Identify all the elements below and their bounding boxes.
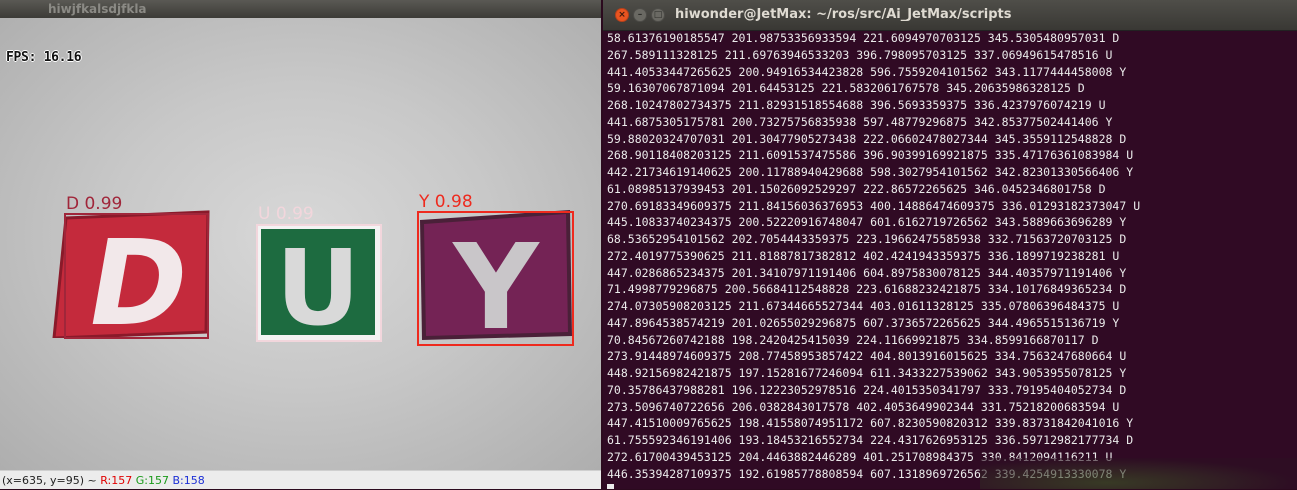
close-window-button[interactable]: × bbox=[615, 8, 629, 22]
terminal-output-line: 441.6875305175781 200.73275756835938 597… bbox=[607, 114, 1113, 129]
terminal-output-line: 59.16307067871094 201.64453125 221.58320… bbox=[607, 81, 1085, 96]
maximize-window-button[interactable]: □ bbox=[651, 8, 665, 22]
terminal-output-line: 273.5096740722656 206.0382843017578 402.… bbox=[607, 399, 1120, 414]
terminal-output-line: 445.10833740234375 200.52220916748047 60… bbox=[607, 215, 1127, 230]
close-icon: × bbox=[618, 10, 626, 20]
terminal-output-line: 273.91448974609375 208.77458953857422 40… bbox=[607, 349, 1127, 364]
detection-label-y: Y 0.98 bbox=[419, 192, 473, 212]
pixel-blue-value: B:158 bbox=[172, 474, 205, 487]
detection-label-u: U 0.99 bbox=[258, 204, 314, 224]
detection-box-u bbox=[256, 224, 382, 342]
desktop-wallpaper-fragment bbox=[980, 458, 1297, 489]
pixel-red-value: R:157 bbox=[100, 474, 133, 487]
terminal-output-line: 441.40533447265625 200.94916534423828 59… bbox=[607, 64, 1127, 79]
camera-image[interactable]: FPS: 16.16 D U Y D 0.99 U 0.99 Y 0.98 bbox=[0, 18, 601, 470]
minimize-icon: – bbox=[637, 10, 643, 20]
detection-label-d: D 0.99 bbox=[66, 194, 123, 214]
maximize-icon: □ bbox=[653, 10, 663, 20]
detection-box-y bbox=[417, 211, 574, 346]
terminal-lines: 58.61376190185547 201.98753356933594 221… bbox=[607, 30, 1297, 482]
terminal-output-line: 447.41510009765625 198.41558074951172 60… bbox=[607, 416, 1134, 431]
terminal-output-line: 58.61376190185547 201.98753356933594 221… bbox=[607, 31, 1120, 45]
terminal-output-line: 448.92156982421875 197.15281677246094 61… bbox=[607, 366, 1127, 380]
terminal-output-line: 272.4019775390625 211.81887817382812 402… bbox=[607, 248, 1120, 263]
cv-window-title: hiwjfkalsdjfkla bbox=[48, 2, 147, 16]
terminal-output-line: 68.53652954101562 202.7054443359375 223.… bbox=[607, 232, 1127, 246]
text-cursor bbox=[607, 483, 614, 489]
terminal-output-line: 268.90118408203125 211.6091537475586 396… bbox=[607, 148, 1134, 163]
terminal-output-line: 61.08985137939453 201.15026092529297 222… bbox=[607, 181, 1106, 196]
terminal-output-line: 270.69183349609375 211.84156036376953 40… bbox=[607, 198, 1141, 213]
terminal-output-line: 61.755592346191406 193.18453216552734 22… bbox=[607, 433, 1134, 447]
cv-statusbar: (x=635, y=95) ~ R:157 G:157 B:158 bbox=[0, 470, 601, 489]
terminal-window[interactable]: × – □ hiwonder@JetMax: ~/ros/src/Ai_JetM… bbox=[603, 0, 1297, 489]
terminal-output-line: 447.0286865234375 201.34107971191406 604… bbox=[607, 265, 1127, 280]
terminal-output-line: 59.88020324707031 201.30477905273438 222… bbox=[607, 131, 1127, 146]
terminal-output-line: 274.07305908203125 211.67344665527344 40… bbox=[607, 299, 1120, 313]
terminal-output-line: 70.84567260742188 198.2420425415039 224.… bbox=[607, 332, 1099, 347]
opencv-image-window[interactable]: hiwjfkalsdjfkla FPS: 16.16 D U Y D 0.99 … bbox=[0, 0, 601, 489]
terminal-output-line: 447.8964538574219 201.02655029296875 607… bbox=[607, 315, 1120, 330]
terminal-title: hiwonder@JetMax: ~/ros/src/Ai_JetMax/scr… bbox=[675, 7, 1012, 22]
terminal-output-line: 268.10247802734375 211.82931518554688 39… bbox=[607, 98, 1106, 112]
terminal-output-line: 70.35786437988281 196.12223052978516 224… bbox=[607, 382, 1127, 397]
terminal-output-line: 442.21734619140625 200.11788940429688 59… bbox=[607, 165, 1134, 179]
fps-overlay: FPS: 16.16 bbox=[6, 50, 82, 65]
cv-window-titlebar[interactable]: hiwjfkalsdjfkla bbox=[0, 0, 601, 18]
terminal-titlebar[interactable]: × – □ hiwonder@JetMax: ~/ros/src/Ai_JetM… bbox=[603, 0, 1297, 31]
cursor-coords: (x=635, y=95) ~ bbox=[2, 474, 101, 487]
terminal-output[interactable]: 58.61376190185547 201.98753356933594 221… bbox=[607, 30, 1297, 489]
detection-box-d bbox=[64, 213, 209, 339]
pixel-green-value: G:157 bbox=[135, 474, 169, 487]
terminal-output-line: 71.4998779296875 200.56684112548828 223.… bbox=[607, 282, 1127, 297]
minimize-window-button[interactable]: – bbox=[633, 8, 647, 22]
terminal-output-line: 267.589111328125 211.69763946533203 396.… bbox=[607, 47, 1113, 62]
